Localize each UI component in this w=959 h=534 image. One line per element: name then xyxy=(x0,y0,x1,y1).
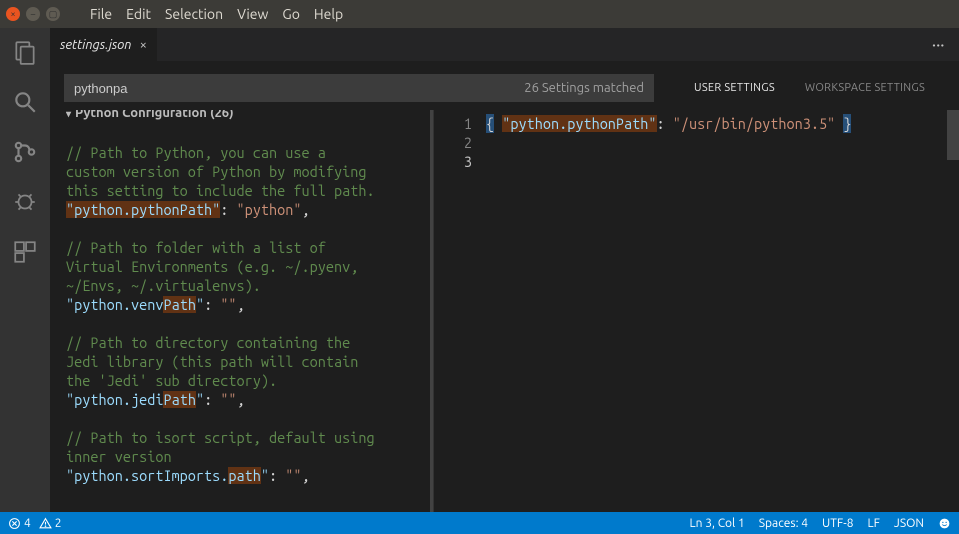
line-gutter: 1 2 3 xyxy=(434,110,486,512)
status-language[interactable]: JSON xyxy=(894,517,924,530)
comment-line: inner version xyxy=(66,448,172,465)
comment-line: Jedi library (this path will contain xyxy=(66,353,358,370)
status-warnings[interactable]: 2 xyxy=(39,517,62,530)
scrollbar-right[interactable] xyxy=(947,110,959,512)
comment-line: ~/Envs, ~/.virtualenvs). xyxy=(66,277,261,294)
source-control-icon[interactable] xyxy=(11,138,39,166)
user-setting-value[interactable]: "/usr/bin/python3.5" xyxy=(673,115,835,132)
status-spaces[interactable]: Spaces: 4 xyxy=(759,517,808,530)
menu-help[interactable]: Help xyxy=(314,6,343,22)
user-settings-pane[interactable]: 1 2 3 { "python.pythonPath": "/usr/bin/p… xyxy=(434,110,959,512)
settings-scope-tabs: USER SETTINGS WORKSPACE SETTINGS xyxy=(694,78,925,98)
comment-line: // Path to folder with a list of xyxy=(66,239,326,256)
title-bar: × – ▢ File Edit Selection View Go Help xyxy=(0,0,959,28)
settings-match-count: 26 Settings matched xyxy=(524,81,644,95)
comment-line: // Path to directory containing the xyxy=(66,334,350,351)
menu-go[interactable]: Go xyxy=(282,6,299,22)
comment-line: Virtual Environments (e.g. ~/.pyenv, xyxy=(66,258,358,275)
status-errors[interactable]: 4 xyxy=(8,517,31,530)
setting-value: "" xyxy=(220,296,236,313)
menu-view[interactable]: View xyxy=(237,6,268,22)
setting-value: "" xyxy=(285,467,301,484)
menu-bar: File Edit Selection View Go Help xyxy=(90,6,343,22)
status-lncol[interactable]: Ln 3, Col 1 xyxy=(690,517,745,530)
setting-value: "python" xyxy=(237,201,302,218)
search-icon[interactable] xyxy=(11,88,39,116)
minimize-window-button[interactable]: – xyxy=(26,7,40,21)
status-eol[interactable]: LF xyxy=(868,517,880,530)
settings-search-input[interactable] xyxy=(74,81,524,96)
brace-open: { xyxy=(486,114,494,133)
settings-search-box[interactable]: 26 Settings matched xyxy=(64,74,654,102)
window-controls: × – ▢ xyxy=(6,7,60,21)
tab-workspace-settings[interactable]: WORKSPACE SETTINGS xyxy=(805,78,925,98)
line-number: 2 xyxy=(434,133,472,152)
extensions-icon[interactable] xyxy=(11,238,39,266)
setting-key[interactable]: "python.pythonPath" xyxy=(66,201,220,218)
default-settings-pane[interactable]: Python Configuration (26) // Path to Pyt… xyxy=(50,110,434,512)
settings-split: Python Configuration (26) // Path to Pyt… xyxy=(50,110,959,512)
status-bar: 4 2 Ln 3, Col 1 Spaces: 4 UTF-8 LF JSON xyxy=(0,512,959,534)
close-window-button[interactable]: × xyxy=(6,7,20,21)
activity-bar xyxy=(0,28,50,512)
default-settings-code: // Path to Python, you can use a custom … xyxy=(66,124,433,504)
line-number: 3 xyxy=(434,152,472,171)
menu-file[interactable]: File xyxy=(90,6,112,22)
setting-value: "" xyxy=(220,391,236,408)
brace-close: } xyxy=(843,114,851,133)
tab-title: settings.json xyxy=(60,38,132,52)
comment-line: this setting to include the full path. xyxy=(66,182,375,199)
close-tab-icon[interactable]: × xyxy=(140,38,147,52)
feedback-icon[interactable] xyxy=(938,517,951,530)
maximize-window-button[interactable]: ▢ xyxy=(46,7,60,21)
menu-edit[interactable]: Edit xyxy=(126,6,151,22)
tab-settings-json[interactable]: settings.json × xyxy=(50,28,157,62)
menu-selection[interactable]: Selection xyxy=(165,6,223,22)
section-header-python[interactable]: Python Configuration (26) xyxy=(66,110,234,124)
status-encoding[interactable]: UTF-8 xyxy=(822,517,853,530)
settings-search-row: 26 Settings matched USER SETTINGS WORKSP… xyxy=(64,72,945,104)
more-actions-icon[interactable]: ··· xyxy=(932,38,959,52)
tab-user-settings[interactable]: USER SETTINGS xyxy=(694,78,775,98)
line-number: 1 xyxy=(434,114,472,133)
user-setting-key[interactable]: "python.pythonPath" xyxy=(502,115,656,132)
comment-line: // Path to Python, you can use a xyxy=(66,144,326,161)
workbench: settings.json × ··· 26 Settings matched … xyxy=(0,28,959,512)
explorer-icon[interactable] xyxy=(11,38,39,66)
comment-line: custom version of Python by modifying xyxy=(66,163,366,180)
tab-bar: settings.json × ··· xyxy=(50,28,959,62)
comment-line: // Path to isort script, default using xyxy=(66,429,375,446)
user-settings-code[interactable]: { "python.pythonPath": "/usr/bin/python3… xyxy=(486,110,851,512)
debug-icon[interactable] xyxy=(11,188,39,216)
comment-line: the 'Jedi' sub directory). xyxy=(66,372,277,389)
editor-area: settings.json × ··· 26 Settings matched … xyxy=(50,28,959,512)
